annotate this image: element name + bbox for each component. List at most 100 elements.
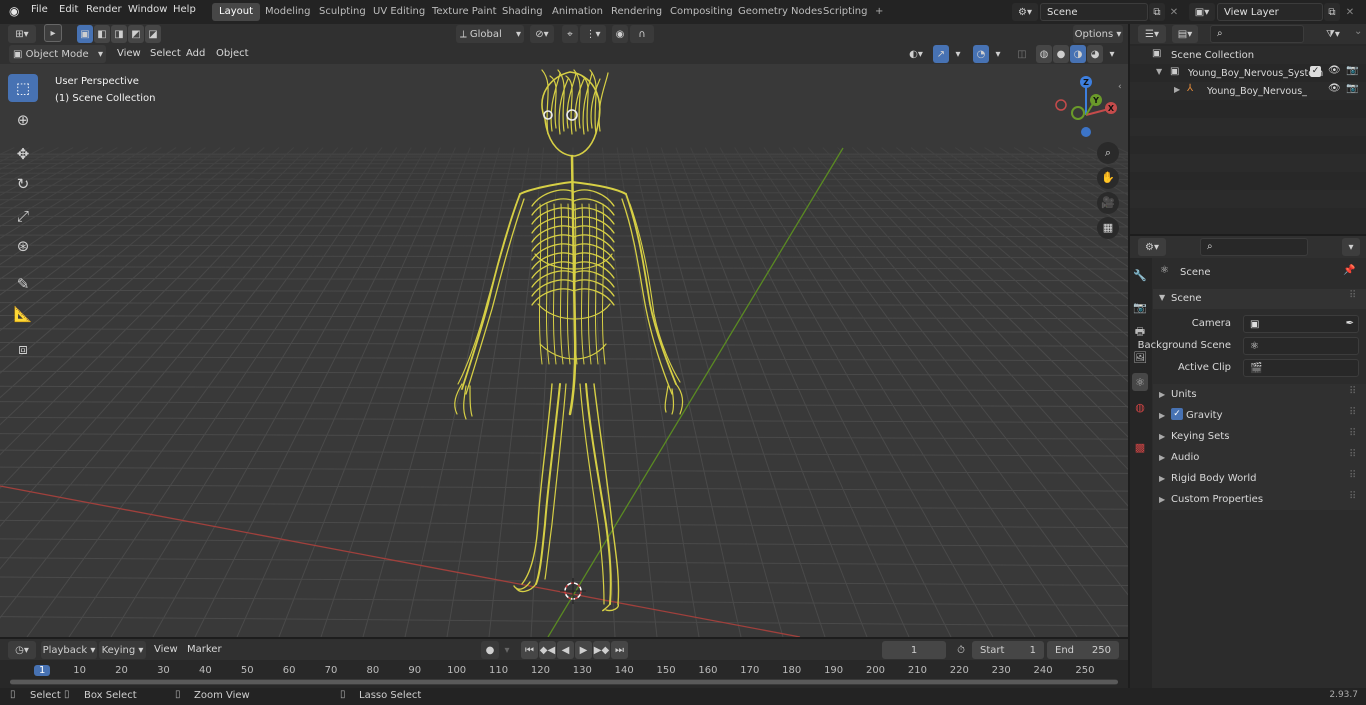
drag-handle-icon[interactable]: ⠿ xyxy=(1349,491,1356,502)
menu-help[interactable]: Help xyxy=(173,4,196,15)
chevron-down-icon[interactable]: ▾ xyxy=(991,45,1005,63)
drag-handle-icon[interactable]: ⠿ xyxy=(1349,407,1356,418)
drag-handle-icon[interactable]: ⠿ xyxy=(1349,449,1356,460)
select-invert-icon[interactable]: ◩ xyxy=(128,25,144,43)
chevron-down-icon[interactable]: ▾ xyxy=(1105,45,1119,63)
active-clip-field[interactable]: 🎬 xyxy=(1243,359,1359,377)
tab-rendering[interactable]: Rendering xyxy=(604,3,669,21)
measure-icon[interactable]: 📐 xyxy=(8,300,38,328)
world-tab-icon[interactable]: ◍ xyxy=(1132,398,1148,416)
overlays-icon[interactable]: ◔ xyxy=(973,45,989,63)
playback-menu[interactable]: Playback ▾ xyxy=(41,641,97,659)
timeline-scrollbar[interactable] xyxy=(10,679,1118,685)
sidebar-toggle-icon[interactable]: ‹ xyxy=(1118,82,1122,92)
tab-sculpting[interactable]: Sculpting xyxy=(312,3,373,21)
jump-end-icon[interactable]: ⏭ xyxy=(611,641,628,659)
chevron-down-icon[interactable]: ▾ xyxy=(1342,238,1360,256)
menu-render[interactable]: Render xyxy=(86,4,122,15)
select-subtract-icon[interactable]: ◨ xyxy=(111,25,127,43)
select-intersect-icon[interactable]: ◪ xyxy=(145,25,161,43)
material-shading-icon[interactable]: ◑ xyxy=(1070,45,1086,63)
3d-viewport[interactable]: User Perspective (1) Scene Collection ⬚ … xyxy=(0,64,1128,637)
section-audio[interactable]: ▶ Audio ⠿ xyxy=(1153,447,1366,468)
rotate-icon[interactable]: ↻ xyxy=(8,170,38,198)
menu-object[interactable]: Object xyxy=(216,48,249,59)
tool-tab-icon[interactable]: 🔧 xyxy=(1132,266,1148,284)
select-tool-icon[interactable]: ▸ xyxy=(44,24,62,42)
render-tab-icon[interactable]: 📷 xyxy=(1132,298,1148,316)
scale-icon[interactable]: ⤢ xyxy=(8,202,38,230)
marker-menu[interactable]: Marker xyxy=(187,644,222,655)
eyedropper-icon[interactable]: ✒ xyxy=(1346,318,1354,329)
menu-edit[interactable]: Edit xyxy=(59,4,78,15)
tab-geometry-nodes[interactable]: Geometry Nodes xyxy=(731,3,829,21)
gizmo-icon[interactable]: ↗ xyxy=(933,45,949,63)
menu-file[interactable]: File xyxy=(31,4,48,15)
filter-icon[interactable]: ⧩▾ xyxy=(1320,25,1346,43)
xray-icon[interactable]: ◫ xyxy=(1014,45,1030,63)
expand-down-icon[interactable]: ▼ xyxy=(1156,67,1162,76)
properties-search-input[interactable]: ⌕ xyxy=(1200,238,1308,256)
scene-icon[interactable]: ⚙▾ xyxy=(1012,3,1038,21)
record-icon[interactable]: ● xyxy=(481,641,499,659)
display-mode-icon[interactable]: ▤▾ xyxy=(1172,25,1198,43)
duplicate-scene-icon[interactable]: ⧉ xyxy=(1149,3,1165,21)
solid-shading-icon[interactable]: ● xyxy=(1053,45,1069,63)
menu-select[interactable]: Select xyxy=(150,48,181,59)
move-icon[interactable]: ✥ xyxy=(8,140,38,168)
pan-hand-icon[interactable]: ✋ xyxy=(1097,167,1119,189)
section-units[interactable]: ▶ Units ⠿ xyxy=(1153,384,1366,405)
cursor-icon[interactable]: ⊕ xyxy=(8,106,38,134)
drag-handle-icon[interactable]: ⠿ xyxy=(1349,290,1356,301)
add-workspace-button[interactable]: + xyxy=(868,3,890,21)
menu-view[interactable]: View xyxy=(117,48,141,59)
next-keyframe-icon[interactable]: ▶◆ xyxy=(593,641,610,659)
section-rigid-body-world[interactable]: ▶ Rigid Body World ⠿ xyxy=(1153,468,1366,489)
snap-target-icon[interactable]: ⋮▾ xyxy=(580,25,606,43)
eye-icon[interactable]: 👁 xyxy=(1328,83,1341,94)
output-tab-icon[interactable]: 🖶 xyxy=(1132,323,1148,341)
properties-editor-icon[interactable]: ⚙▾ xyxy=(1138,238,1166,256)
close-icon[interactable]: ✕ xyxy=(1343,3,1357,21)
chevron-down-icon[interactable]: ▾ xyxy=(951,45,965,63)
play-icon[interactable]: ▶ xyxy=(575,641,592,659)
collapse-down-icon[interactable]: ▼ xyxy=(1159,293,1165,302)
camera-view-icon[interactable]: 🎥 xyxy=(1097,192,1119,214)
outliner-editor-icon[interactable]: ☰▾ xyxy=(1138,25,1166,43)
timeline-view-menu[interactable]: View xyxy=(154,644,178,655)
menu-add[interactable]: Add xyxy=(186,48,205,59)
checkbox-icon[interactable]: ✓ xyxy=(1310,66,1321,77)
current-frame-field[interactable]: 1 xyxy=(882,641,946,659)
wireframe-shading-icon[interactable]: ◍ xyxy=(1036,45,1052,63)
proportional-edit-icon[interactable]: ◉ xyxy=(612,25,628,43)
outliner-search-input[interactable]: ⌕ xyxy=(1210,25,1304,43)
play-reverse-icon[interactable]: ◀ xyxy=(557,641,574,659)
gravity-checkbox[interactable]: ✓ xyxy=(1171,408,1183,420)
section-keying-sets[interactable]: ▶ Keying Sets ⠿ xyxy=(1153,426,1366,447)
prev-keyframe-icon[interactable]: ◆◀ xyxy=(539,641,556,659)
scene-panel-header[interactable]: ▼ Scene ⠿ xyxy=(1153,289,1366,309)
options-dropdown[interactable]: Options ▾ xyxy=(1073,25,1123,43)
jump-start-icon[interactable]: ⏮ xyxy=(521,641,538,659)
view-layer-field[interactable]: View Layer xyxy=(1217,3,1323,21)
drag-handle-icon[interactable]: ⠿ xyxy=(1349,428,1356,439)
pivot-point-icon[interactable]: ⊘▾ xyxy=(530,25,554,43)
frame-ruler[interactable]: 1 10 20 30 40 50 60 70 80 90 100 110 120 130 140 150 160… xyxy=(0,662,1128,678)
tab-animation[interactable]: Animation xyxy=(545,3,610,21)
object-mode-dropdown[interactable]: ▣ Object Mode ▾ xyxy=(9,45,106,63)
transform-icon[interactable]: ⊛ xyxy=(8,232,38,260)
tab-modeling[interactable]: Modeling xyxy=(258,3,318,21)
stopwatch-icon[interactable]: ⏱ xyxy=(952,641,970,659)
chevron-down-icon[interactable]: ▾ xyxy=(500,641,514,659)
select-new-icon[interactable]: ▣ xyxy=(77,25,93,43)
section-custom-properties[interactable]: ▶ Custom Properties ⠿ xyxy=(1153,489,1366,510)
view-layer-icon[interactable]: ▣▾ xyxy=(1189,3,1215,21)
tab-compositing[interactable]: Compositing xyxy=(663,3,740,21)
tab-uv-editing[interactable]: UV Editing xyxy=(366,3,432,21)
section-gravity[interactable]: ▶ ✓ Gravity ⠿ xyxy=(1153,405,1366,426)
falloff-icon[interactable]: ∩ xyxy=(630,25,654,43)
transform-orientation-dropdown[interactable]: ⟂ Global ▾ xyxy=(456,25,524,43)
duplicate-view-layer-icon[interactable]: ⧉ xyxy=(1324,3,1340,21)
pin-icon[interactable]: 📌 xyxy=(1343,265,1355,276)
end-frame-field[interactable]: End 250 xyxy=(1047,641,1119,659)
